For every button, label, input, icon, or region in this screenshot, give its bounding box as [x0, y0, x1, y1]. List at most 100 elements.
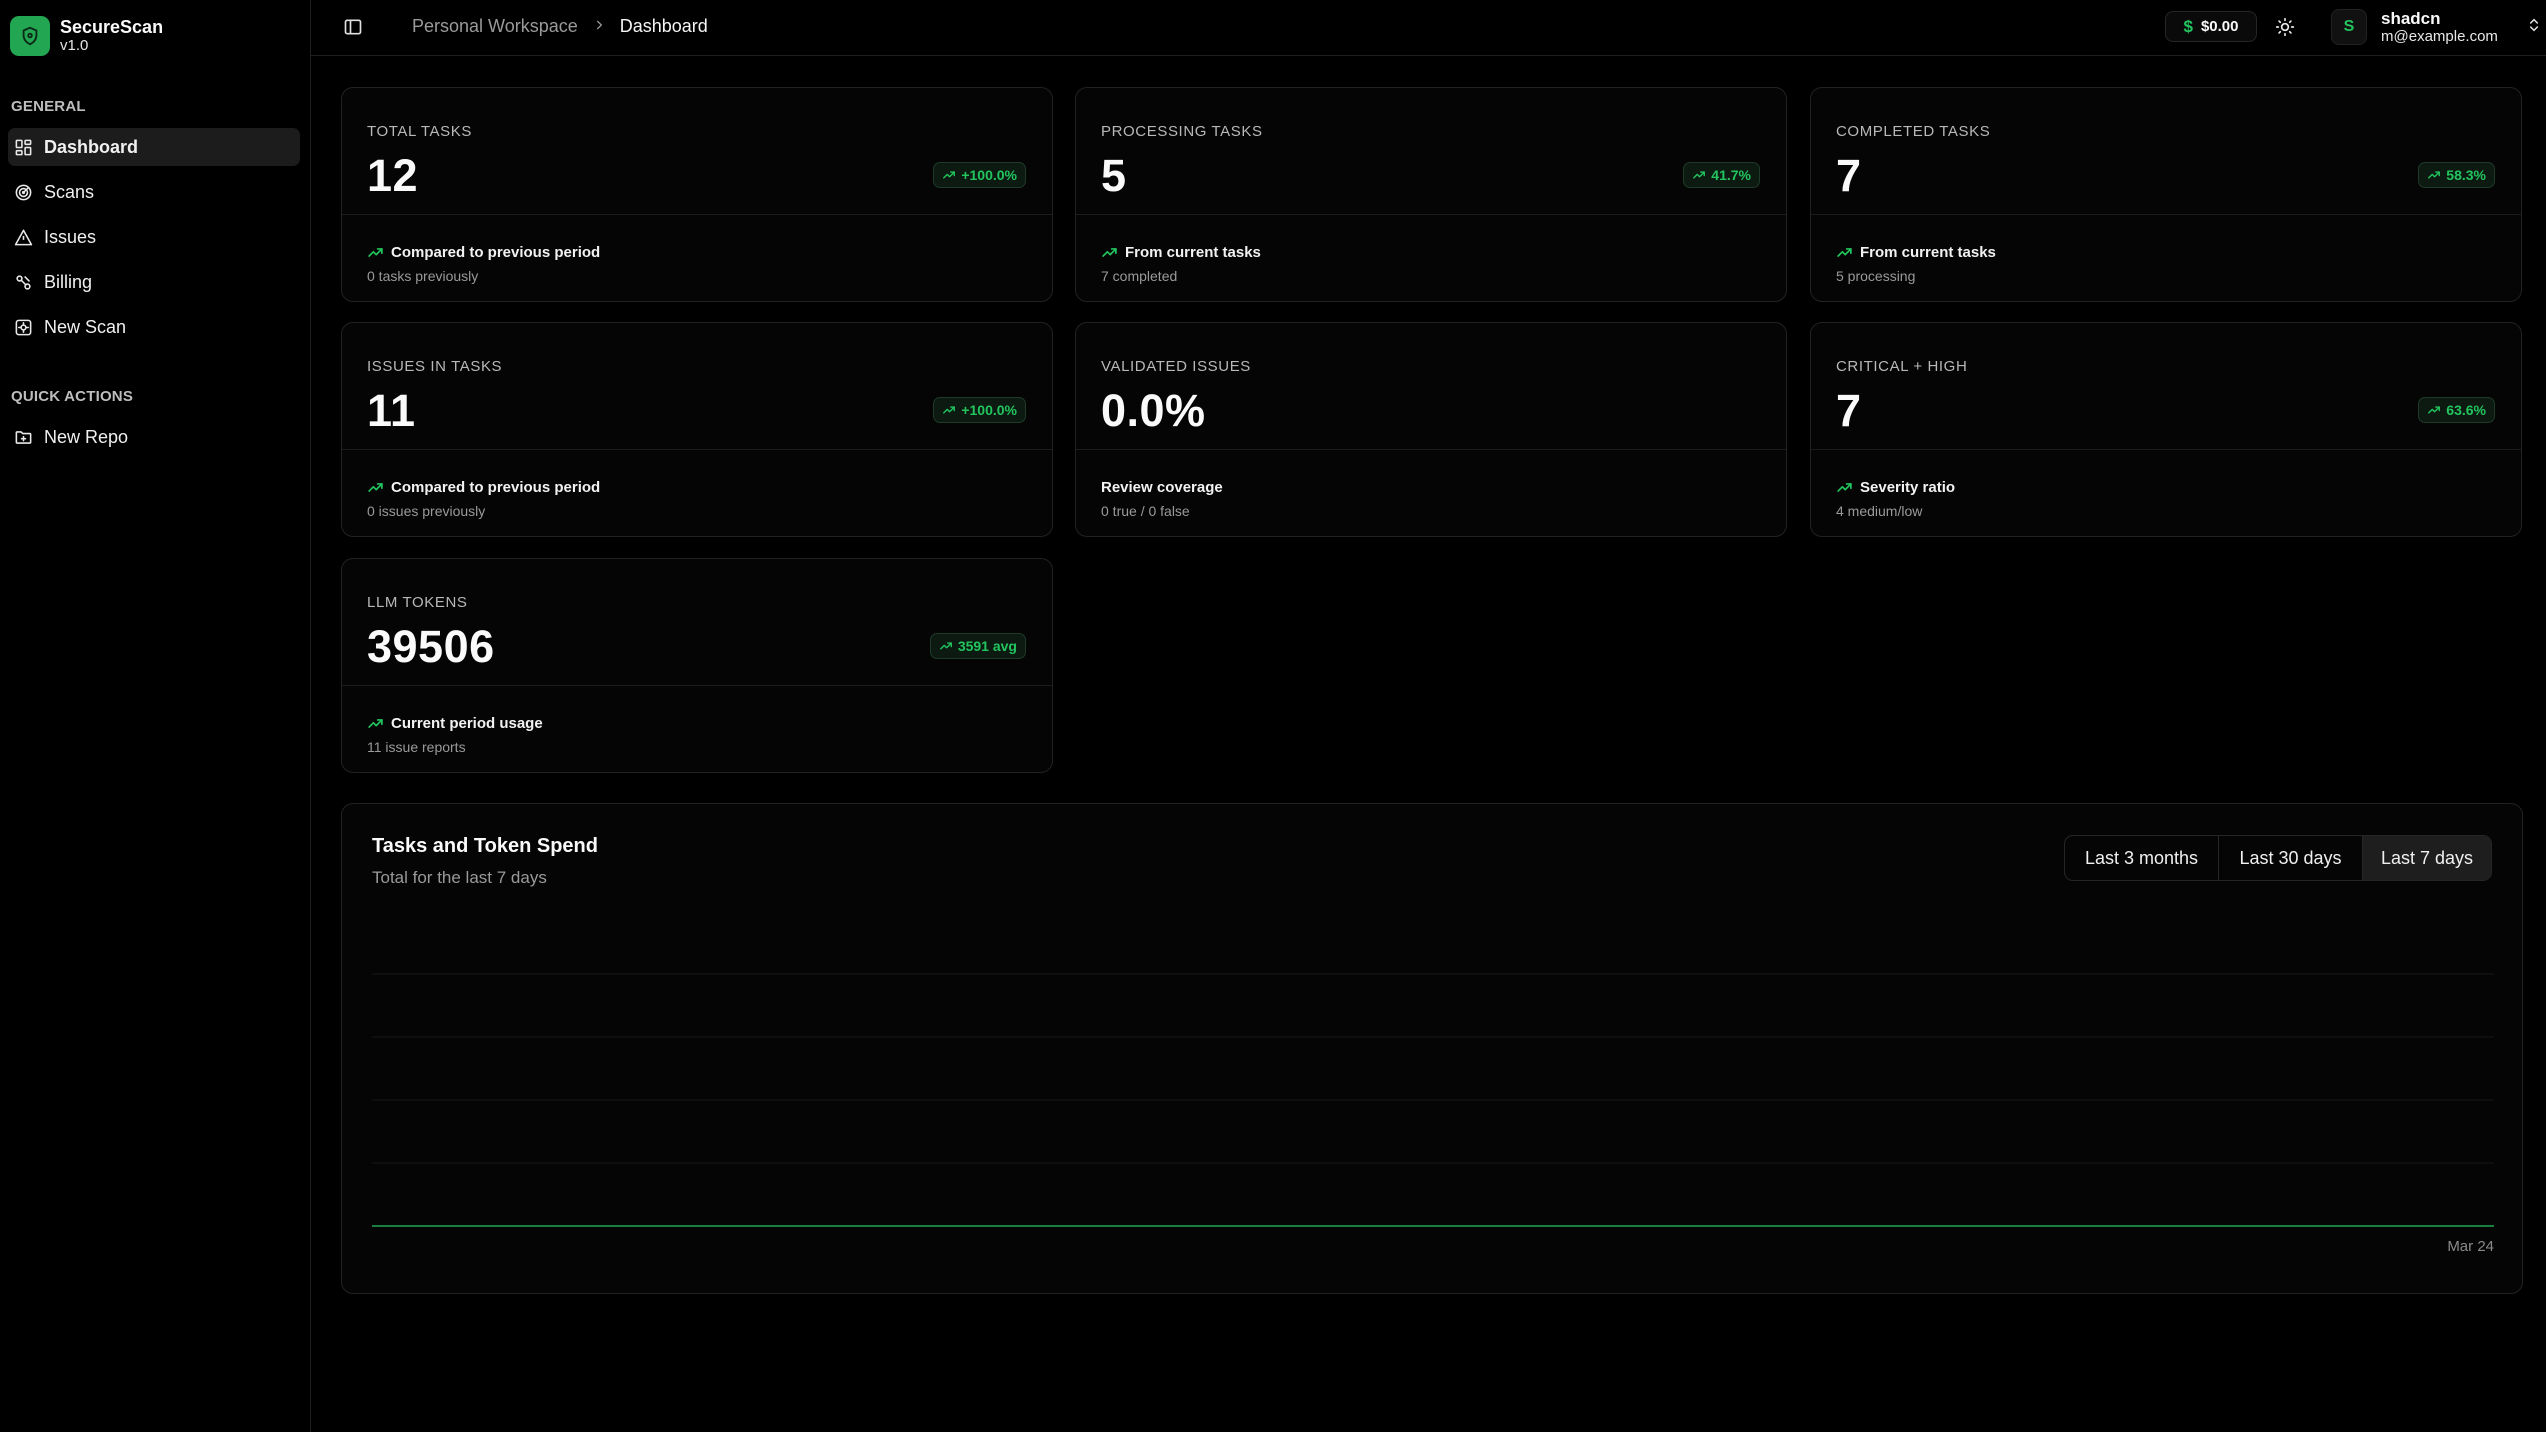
stat-label: LLM Tokens — [367, 594, 468, 611]
group-label-general: General — [11, 98, 86, 115]
divider — [1811, 214, 2521, 215]
breadcrumb-workspace[interactable]: Personal Workspace — [412, 16, 578, 37]
sidebar-item-new-scan[interactable]: New Scan — [8, 308, 300, 346]
sidebar-item-new-repo[interactable]: New Repo — [8, 418, 300, 456]
sidebar-item-label: New Repo — [44, 426, 129, 447]
panel-left-icon — [344, 19, 362, 35]
trend-value: +100.0% — [961, 402, 1017, 418]
stat-footer-title: Compared to previous period — [367, 479, 600, 496]
chart-x-tick-label: Mar 24 — [2447, 1238, 2494, 1255]
stat-footer-subtitle: 0 true / 0 false — [1101, 503, 1190, 519]
theme-toggle-button[interactable] — [2271, 13, 2299, 41]
alert-triangle-icon — [12, 226, 34, 248]
sidebar-toggle-button[interactable] — [341, 15, 365, 39]
trend-value: +100.0% — [961, 167, 1017, 183]
breadcrumb-current: Dashboard — [619, 16, 708, 36]
brand-version: v1.0 — [60, 37, 89, 54]
trending-up-icon — [1102, 248, 1117, 257]
trend-badge: 58.3% — [2418, 162, 2495, 188]
user-name: shadcn — [2381, 8, 2441, 28]
stat-label: Critical + High — [1836, 358, 1968, 375]
trending-up-icon — [1837, 248, 1852, 257]
stat-footer-subtitle: 4 medium/low — [1836, 503, 1923, 519]
stat-footer-subtitle: 7 completed — [1101, 268, 1178, 284]
trending-up-icon — [943, 406, 956, 414]
sidebar-item-billing[interactable]: Billing — [8, 263, 300, 301]
stat-footer-subtitle: 5 processing — [1836, 268, 1916, 284]
user-email: m@example.com — [2381, 27, 2498, 45]
trending-up-icon — [368, 248, 383, 257]
chevron-right-icon — [592, 18, 606, 36]
stat-card-processing-tasks: Processing Tasks 5 41.7% From current ta… — [1075, 87, 1787, 302]
stat-value: 0.0% — [1101, 385, 1206, 436]
trending-up-icon — [2428, 171, 2441, 179]
sidebar-item-label: Dashboard — [44, 136, 139, 157]
trending-up-icon — [2428, 406, 2441, 414]
trending-up-icon — [943, 171, 956, 179]
folder-plus-icon — [12, 426, 34, 448]
stat-label: Validated Issues — [1101, 358, 1251, 375]
trend-badge: +100.0% — [933, 397, 1026, 423]
top-bar: Personal Workspace Dashboard $ $0.00 S s… — [311, 0, 2546, 56]
stat-card-validated-issues: Validated Issues 0.0% Review coverage 0 … — [1075, 322, 1787, 537]
stat-value: 39506 — [367, 621, 495, 672]
divider — [342, 685, 1052, 686]
stat-card-completed-tasks: Completed Tasks 7 58.3% From current tas… — [1810, 87, 2522, 302]
sidebar-item-dashboard[interactable]: Dashboard — [8, 128, 300, 166]
layout-grid-icon — [12, 136, 34, 158]
stat-label: Issues in Tasks — [367, 358, 503, 375]
stat-value: 12 — [367, 150, 419, 201]
trend-value: 63.6% — [2446, 402, 2486, 418]
sidebar-item-issues[interactable]: Issues — [8, 218, 300, 256]
divider — [1076, 214, 1786, 215]
trend-value: 3591 avg — [957, 638, 1017, 654]
trending-up-icon — [939, 642, 952, 650]
stat-label: Processing Tasks — [1101, 123, 1263, 140]
stat-value: 7 — [1836, 385, 1862, 436]
divider — [1076, 449, 1786, 450]
stat-footer-title: From current tasks — [1101, 244, 1261, 261]
sun-icon — [2275, 17, 2295, 37]
chevrons-up-down-icon — [2526, 17, 2542, 38]
stat-label: Completed Tasks — [1836, 123, 1991, 140]
stat-card-issues-in-tasks: Issues in Tasks 11 +100.0% Compared to p… — [341, 322, 1053, 537]
divider — [1811, 449, 2521, 450]
trend-badge: +100.0% — [933, 162, 1026, 188]
stat-footer-title: Review coverage — [1101, 479, 1223, 496]
brand[interactable]: SecureScan v1.0 — [10, 16, 163, 56]
trending-up-icon — [1693, 171, 1706, 179]
stat-footer-title: Compared to previous period — [367, 244, 600, 261]
sidebar-item-label: Billing — [44, 271, 93, 292]
breadcrumb: Personal Workspace Dashboard — [412, 16, 708, 37]
trend-badge: 63.6% — [2418, 397, 2495, 423]
stat-value: 11 — [367, 385, 416, 436]
stat-footer-title-text: Compared to previous period — [391, 244, 601, 261]
chart-panel: Tasks and Token Spend Total for the last… — [341, 803, 2523, 1294]
divider — [342, 449, 1052, 450]
stat-card-critical-high: Critical + High 7 63.6% Severity ratio 4… — [1810, 322, 2522, 537]
sidebar-item-label: New Scan — [44, 316, 127, 337]
sidebar-item-scans[interactable]: Scans — [8, 173, 300, 211]
trend-badge: 3591 avg — [929, 633, 1026, 659]
area-chart: Mar 24 — [372, 973, 2494, 1255]
balance-amount: $0.00 — [2200, 18, 2239, 35]
avatar: S — [2331, 9, 2367, 45]
trending-up-icon — [368, 719, 383, 728]
dollar-icon: $ — [2183, 16, 2193, 36]
stat-footer-title-text: From current tasks — [1125, 244, 1261, 261]
sidebar-item-label: Scans — [44, 181, 95, 202]
stat-card-llm-tokens: LLM Tokens 39506 3591 avg Current period… — [341, 558, 1053, 773]
trend-value: 58.3% — [2446, 167, 2486, 183]
stat-footer-subtitle: 0 tasks previously — [367, 268, 479, 284]
stat-footer-title-text: Current period usage — [391, 715, 543, 732]
balance-button[interactable]: $ $0.00 — [2165, 11, 2257, 42]
user-menu[interactable]: S shadcn m@example.com — [2331, 2, 2546, 52]
stat-value: 7 — [1836, 150, 1862, 201]
brand-name: SecureScan — [60, 17, 164, 37]
stat-value: 5 — [1101, 150, 1127, 201]
sidebar-item-label: Issues — [44, 226, 97, 247]
sidebar: SecureScan v1.0 General Dashboard Scans … — [0, 0, 311, 1432]
radar-icon — [12, 181, 34, 203]
badge-percent-icon — [12, 271, 34, 293]
trending-up-icon — [1837, 483, 1852, 492]
